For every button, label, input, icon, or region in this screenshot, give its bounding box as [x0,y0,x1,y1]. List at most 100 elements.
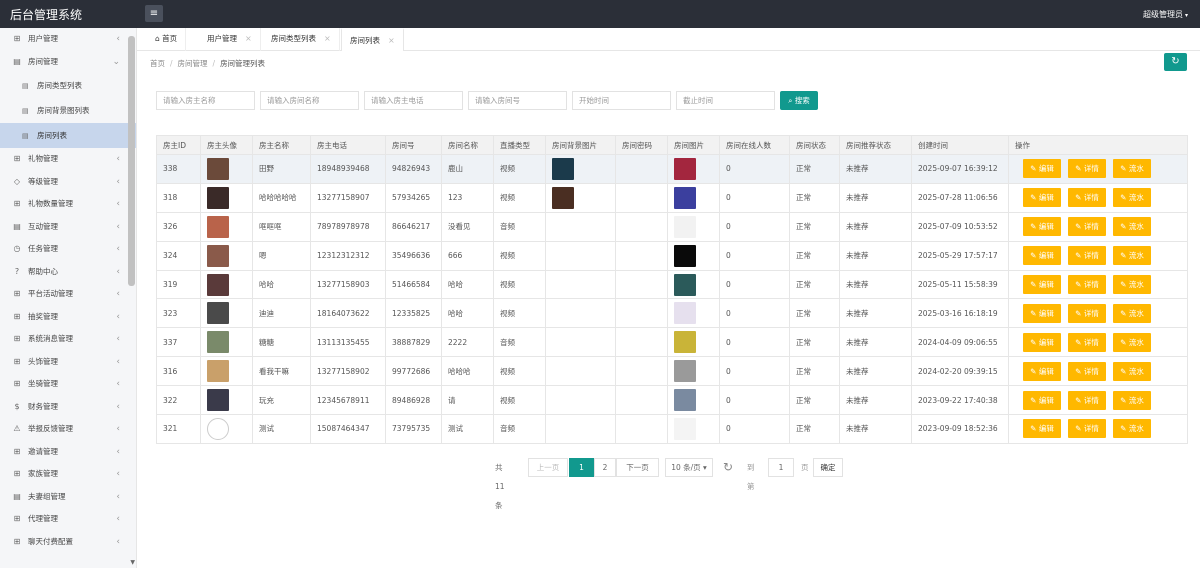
sidebar-item-17[interactable]: ⚠ 举报反馈管理 ‹ [0,418,136,441]
close-icon[interactable]: × [388,36,395,45]
sidebar-item-20[interactable]: ▤ 夫妻组管理 ‹ [0,486,136,509]
detail-button[interactable]: ✎ 详情 [1068,275,1106,294]
page-size-select[interactable]: 10 条/页 ▾ [665,458,713,477]
sidebar-scrollbar[interactable] [128,36,135,286]
edit-button[interactable]: ✎ 编辑 [1023,390,1061,410]
flow-button[interactable]: ✎ 流水 [1113,275,1151,294]
flow-button[interactable]: ✎ 流水 [1113,188,1151,208]
sidebar-item-16[interactable]: $ 财务管理 ‹ [0,396,136,419]
tab-3[interactable]: 房间列表 × [341,28,404,51]
detail-button[interactable]: ✎ 详情 [1068,419,1106,439]
refresh-icon[interactable]: ↻ [723,458,733,477]
table-cell: 哈哈哈哈哈 [252,182,311,213]
sidebar-item-22[interactable]: ⊞ 聊天付费配置 ‹ [0,531,136,554]
breadcrumb-home[interactable]: 首页 [150,59,165,68]
sidebar-item-5[interactable]: ⊞ 礼物管理 ‹ [0,148,136,171]
action-label: 编辑 [1038,193,1054,203]
edit-button[interactable]: ✎ 编辑 [1023,332,1061,352]
sidebar-item-18[interactable]: ⊞ 邀请管理 ‹ [0,441,136,464]
table-cell: 嗯 [252,240,311,271]
close-icon[interactable]: × [245,34,252,43]
sidebar-item-12[interactable]: ⊞ 抽奖管理 ‹ [0,306,136,329]
owner-name-input[interactable] [156,91,255,110]
sidebar-item-11[interactable]: ⊞ 平台活动管理 ‹ [0,283,136,306]
table-cell: 13277158907 [310,182,386,213]
flow-button[interactable]: ✎ 流水 [1113,246,1151,266]
sidebar-item-8[interactable]: ▤ 互动管理 ‹ [0,216,136,239]
pencil-icon: ✎ [1075,164,1084,174]
next-page-button[interactable]: 下一页 [616,458,659,477]
edit-button[interactable]: ✎ 编辑 [1023,217,1061,237]
sidebar-item-14[interactable]: ⊞ 头饰管理 ‹ [0,351,136,374]
start-time-input[interactable] [572,91,671,110]
edit-button[interactable]: ✎ 编辑 [1023,188,1061,208]
flow-button[interactable]: ✎ 流水 [1113,419,1151,439]
detail-button[interactable]: ✎ 详情 [1068,188,1106,208]
sidebar-item-9[interactable]: ◷ 任务管理 ‹ [0,238,136,261]
detail-button[interactable]: ✎ 详情 [1068,159,1106,179]
edit-button[interactable]: ✎ 编辑 [1023,419,1061,439]
action-label: 详情 [1083,308,1099,318]
table-cell [200,182,253,213]
flow-button[interactable]: ✎ 流水 [1113,159,1151,179]
tab-0[interactable]: ⌂ 首页 [147,28,187,51]
end-time-input[interactable] [676,91,775,110]
sidebar-item-0[interactable]: ⊞ 用户管理 ‹ [0,28,136,51]
close-icon[interactable]: × [324,34,331,43]
page-1-button[interactable]: 1 [569,458,594,477]
table-cell [615,269,668,300]
detail-button[interactable]: ✎ 详情 [1068,246,1106,266]
sidebar-item-3[interactable]: ▤ 房间背景图列表 [0,98,136,123]
page-unit-label: 页 [801,463,809,472]
detail-button[interactable]: ✎ 详情 [1068,303,1106,323]
flow-button[interactable]: ✎ 流水 [1113,361,1151,381]
sidebar-item-2[interactable]: ▤ 房间类型列表 [0,73,136,98]
sidebar-item-icon: ⊞ [13,356,21,366]
sidebar-item-icon: ⊞ [13,379,21,388]
edit-button[interactable]: ✎ 编辑 [1023,361,1061,381]
table-row: 321 测试 15087464347 73795735 测试 音频 0 正常 未推荐 2023-0… [156,414,1188,444]
room-name-input[interactable] [260,91,359,110]
room-number-input[interactable] [468,91,567,110]
flow-button[interactable]: ✎ 流水 [1113,217,1151,237]
detail-button[interactable]: ✎ 详情 [1068,217,1106,237]
goto-page-input[interactable]: 1 [768,458,794,477]
refresh-button[interactable]: ↻ [1164,53,1187,71]
edit-button[interactable]: ✎ 编辑 [1023,275,1061,294]
pencil-icon: ✎ [1075,366,1084,376]
table-cell: 13113135455 [310,327,386,358]
menu-toggle-icon[interactable]: ≡ [145,5,163,22]
sidebar-item-10[interactable]: ? 帮助中心 ‹ [0,261,136,284]
sidebar-item-13[interactable]: ⊞ 系统消息管理 ‹ [0,328,136,351]
actions-cell: ✎ 编辑 ✎ 详情 ✎ 流水 [1008,211,1188,242]
detail-button[interactable]: ✎ 详情 [1068,390,1106,410]
sidebar-item-7[interactable]: ⊞ 礼物数量管理 ‹ [0,193,136,216]
owner-phone-input[interactable] [364,91,463,110]
tab-1[interactable]: 用户管理 × [199,28,261,51]
user-menu[interactable]: 超级管理员 ▾ [1143,9,1188,20]
table-cell: 35496636 [385,240,442,271]
search-button[interactable]: ⌕ 搜索 [780,91,818,110]
flow-button[interactable]: ✎ 流水 [1113,390,1151,410]
tab-2[interactable]: 房间类型列表 × [263,28,340,51]
breadcrumb-room-mgmt[interactable]: 房间管理 [178,59,208,68]
sidebar-item-15[interactable]: ⊞ 坐骑管理 ‹ [0,373,136,396]
flow-button[interactable]: ✎ 流水 [1113,332,1151,352]
goto-confirm-button[interactable]: 确定 [813,458,843,477]
sidebar-item-icon: ◷ [13,244,21,253]
sidebar-item-19[interactable]: ⊞ 家族管理 ‹ [0,463,136,486]
prev-page-button[interactable]: 上一页 [528,458,568,477]
edit-button[interactable]: ✎ 编辑 [1023,246,1061,266]
detail-button[interactable]: ✎ 详情 [1068,361,1106,381]
sidebar-item-1[interactable]: ▤ 房间管理 ⌄ [0,51,136,74]
detail-button[interactable]: ✎ 详情 [1068,332,1106,352]
edit-button[interactable]: ✎ 编辑 [1023,159,1061,179]
page-2-button[interactable]: 2 [594,458,616,477]
sidebar-item-icon: $ [14,401,20,411]
sidebar-item-4[interactable]: ▤ 房间列表 [0,123,136,148]
sidebar-item-6[interactable]: ◇ 等级管理 ‹ [0,171,136,194]
edit-button[interactable]: ✎ 编辑 [1023,303,1061,323]
scroll-down-arrow-icon[interactable]: ▼ [130,559,135,566]
flow-button[interactable]: ✎ 流水 [1113,303,1151,323]
sidebar-item-21[interactable]: ⊞ 代理管理 ‹ [0,508,136,531]
